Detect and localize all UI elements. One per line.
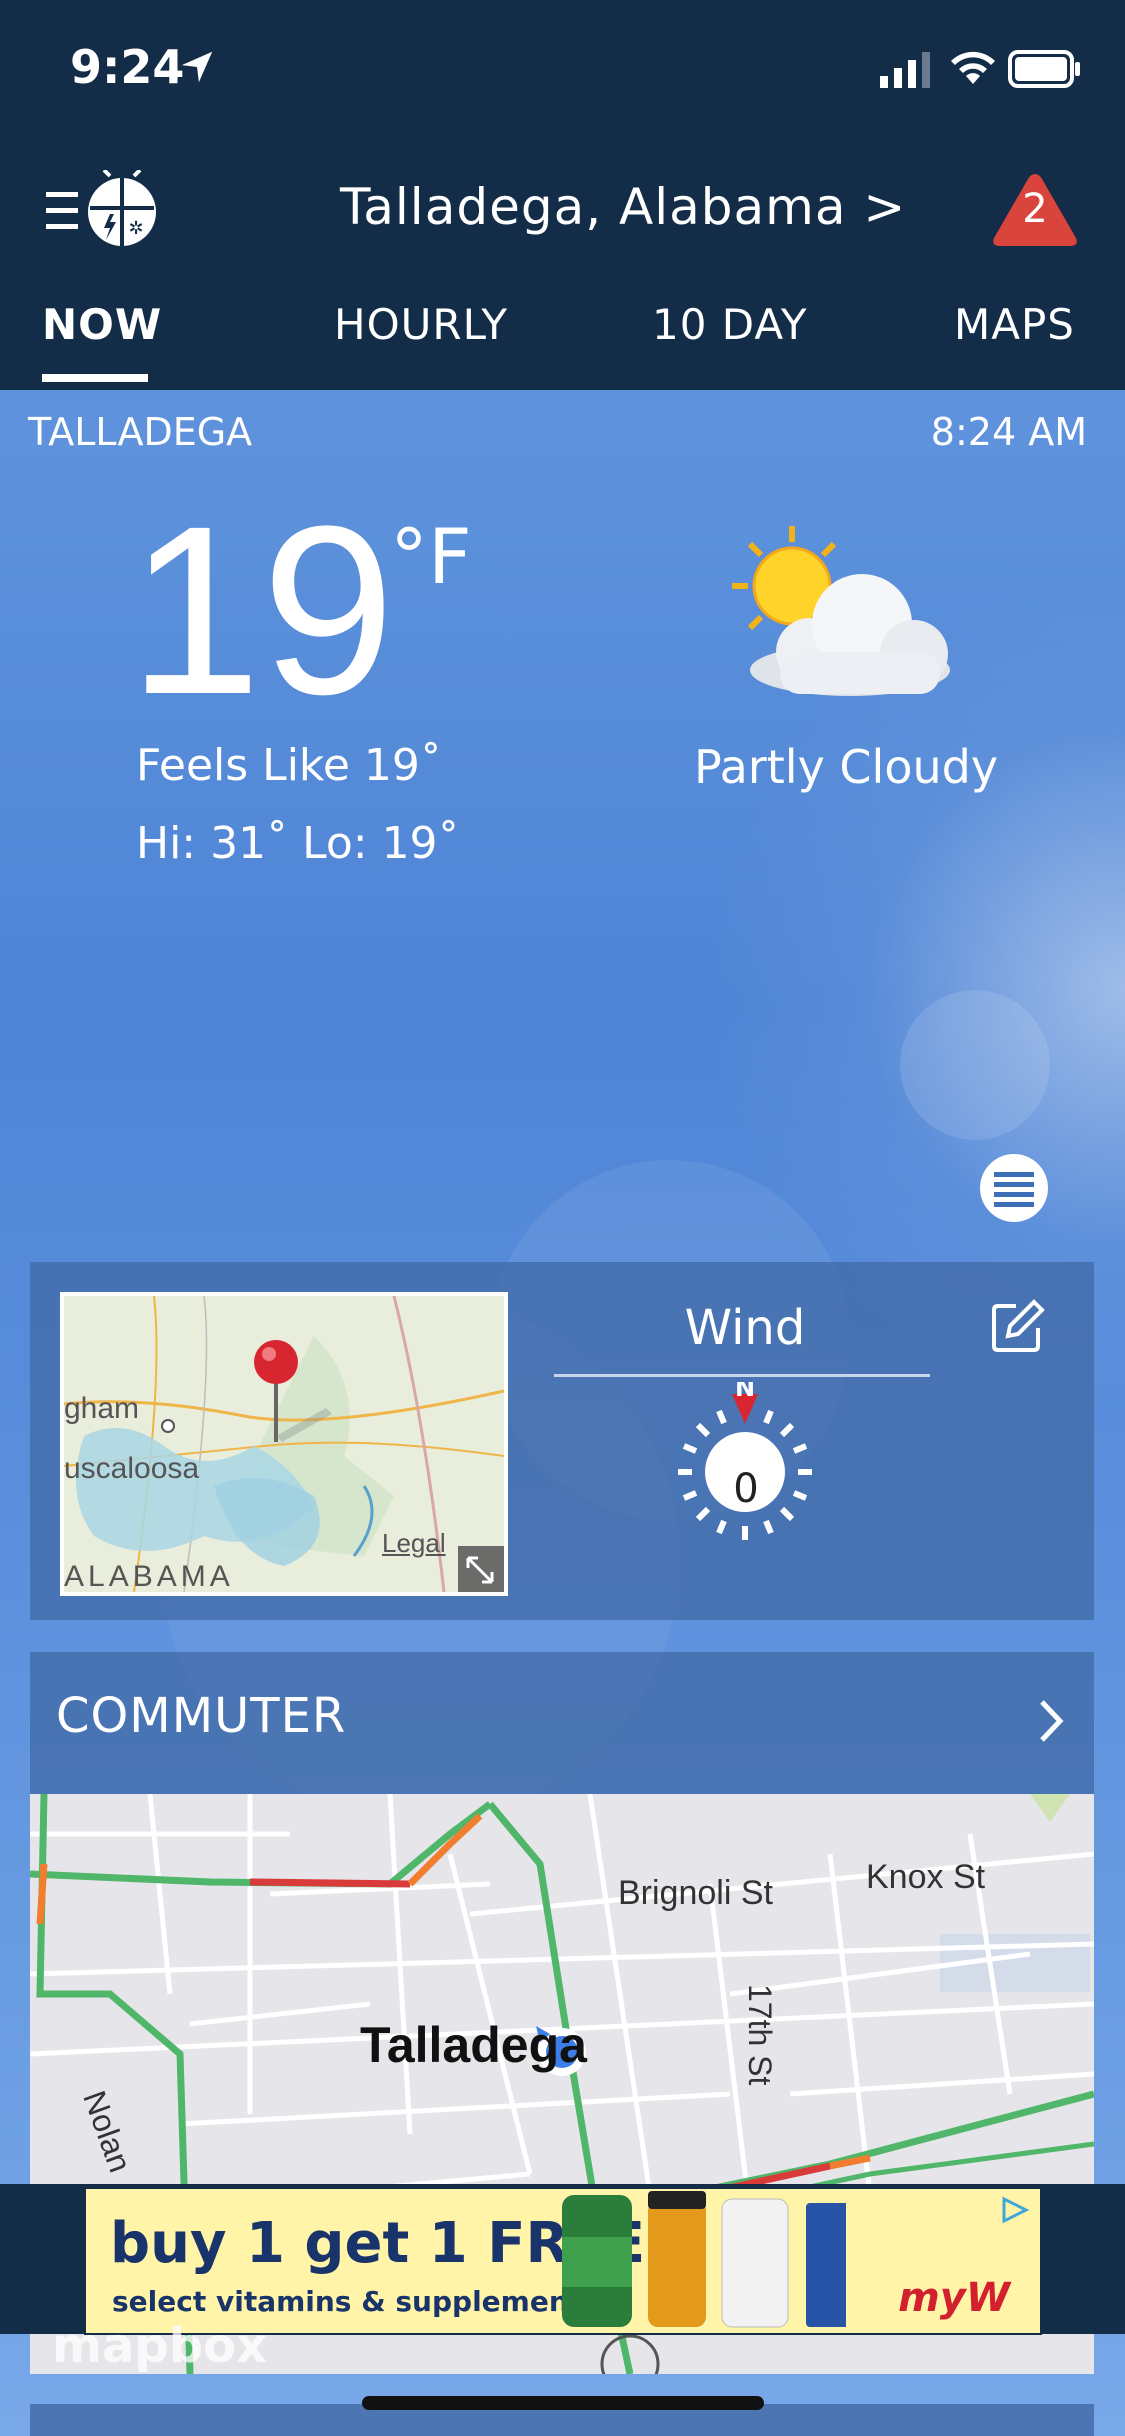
wind-direction: N <box>735 1382 755 1402</box>
divider <box>554 1374 930 1377</box>
advertisement-banner[interactable]: buy 1 get 1 FREE select vitamins & suppl… <box>84 2187 1042 2335</box>
temperature-unit: °F <box>390 512 472 601</box>
status-time: 9:24 <box>70 40 185 94</box>
observation-time: 8:24 AM <box>930 410 1087 454</box>
battery-icon <box>1008 50 1080 88</box>
map-wind-card: gham uscaloosa ALABAMA Legal Wind N 0 <box>30 1262 1094 1620</box>
ad-brand-logo: myW <box>898 2275 1010 2321</box>
ad-subline: select vitamins & supplements <box>112 2285 599 2318</box>
city-label: Talladega <box>360 2017 587 2073</box>
location-selector[interactable]: Talladega, Alabama > <box>340 178 906 236</box>
station-name: TALLADEGA <box>28 410 253 454</box>
tab-10-day[interactable]: 10 DAY <box>652 300 808 349</box>
top-bar: 9:24 ✲ Talladega, Alabama > 2 NOW HOURLY… <box>0 0 1125 390</box>
home-indicator[interactable] <box>362 2396 764 2410</box>
commuter-title: COMMUTER <box>56 1688 347 1744</box>
map-label: uscaloosa <box>64 1452 200 1485</box>
commuter-header[interactable]: COMMUTER <box>30 1652 1094 1794</box>
ad-choices-icon[interactable] <box>998 2195 1032 2225</box>
mapbox-logo: mapbox <box>52 2318 268 2374</box>
svg-text:✲: ✲ <box>128 218 143 239</box>
street-label: Knox St <box>866 1858 986 1896</box>
vitamin-bottles-image <box>562 2191 846 2328</box>
map-label: ALABAMA <box>64 1560 234 1593</box>
edit-icon[interactable] <box>990 1298 1046 1354</box>
wind-title: Wind <box>684 1300 806 1356</box>
tab-hourly[interactable]: HOURLY <box>334 300 508 349</box>
chevron-right-icon <box>1040 1700 1064 1742</box>
cellular-signal-icon <box>880 52 930 88</box>
radar-mini-map[interactable]: gham uscaloosa ALABAMA Legal <box>60 1292 508 1596</box>
location-arrow-icon <box>181 51 213 83</box>
alert-count[interactable]: 2 <box>990 186 1080 232</box>
condition-text: Partly Cloudy <box>694 740 999 794</box>
street-label: 17th St <box>742 1984 778 2086</box>
wind-speed: 0 <box>733 1466 759 1512</box>
lens-flare <box>900 990 1050 1140</box>
tab-now[interactable]: NOW <box>42 300 162 349</box>
street-label: Brignoli St <box>618 1874 773 1912</box>
tab-maps[interactable]: MAPS <box>954 300 1075 349</box>
feels-like: Feels Like 19˚ <box>136 740 442 791</box>
list-view-icon[interactable] <box>978 1152 1050 1224</box>
app-menu-icon[interactable]: ✲ <box>44 170 164 260</box>
current-temperature: 19 <box>128 476 395 744</box>
map-label: gham <box>64 1392 140 1425</box>
tab-selected-indicator <box>42 374 148 382</box>
wifi-icon <box>951 51 995 84</box>
map-legal-link[interactable]: Legal <box>382 1528 446 1559</box>
weather-app-screen: 9:24 ✲ Talladega, Alabama > 2 NOW HOURLY… <box>0 0 1125 2436</box>
hi-lo-temperature: Hi: 31˚ Lo: 19˚ <box>136 818 460 869</box>
partly-cloudy-icon <box>732 526 950 696</box>
